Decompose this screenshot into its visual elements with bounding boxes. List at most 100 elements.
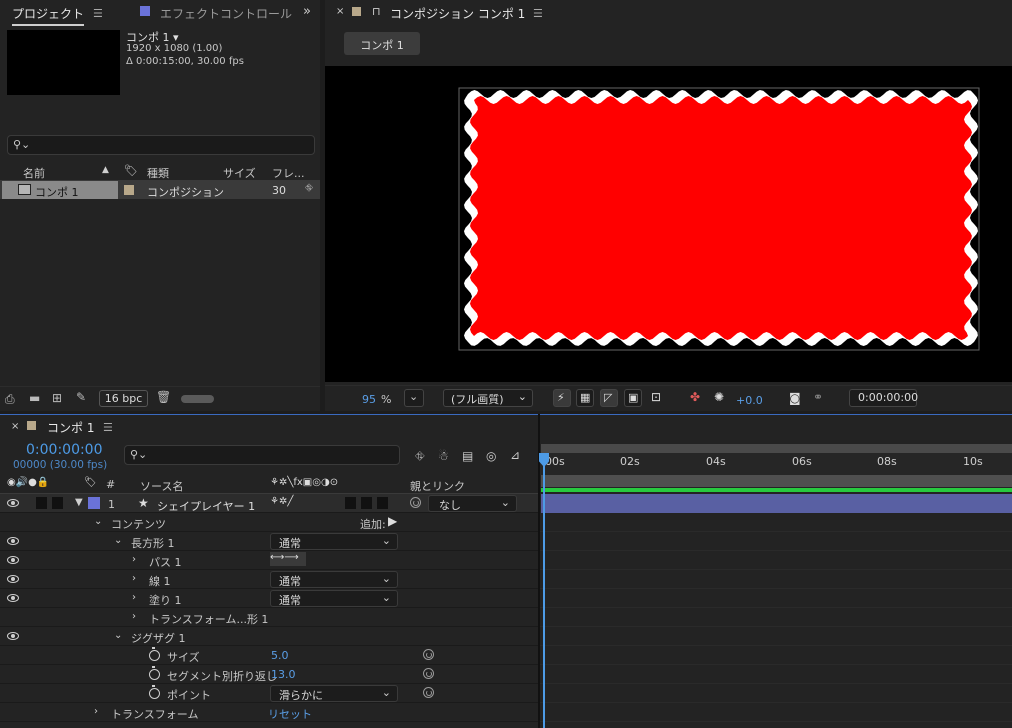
zigzag-rectangle[interactable] [456, 80, 986, 358]
chevron-down-icon[interactable]: ⌄ [114, 535, 122, 546]
project-search-input[interactable]: ⚲⌄ [7, 135, 315, 155]
quality-dropdown[interactable]: (フル画質) ⌄ [443, 389, 533, 407]
chevron-down-icon[interactable]: ⌄ [94, 516, 102, 527]
size-value[interactable]: 5.0 [271, 649, 289, 662]
frame-blending-icon[interactable]: ▤ [462, 449, 473, 463]
label-tag-icon[interactable]: 🏷 [124, 164, 138, 177]
size-row[interactable] [0, 646, 540, 665]
stopwatch-icon[interactable] [149, 647, 160, 661]
col-parent-link[interactable]: 親とリンク [410, 478, 465, 494]
fill-blend-dropdown[interactable]: 通常 ⌄ [270, 590, 398, 607]
expression-pickwhip-icon[interactable] [423, 649, 434, 660]
lock-icon[interactable]: ⊓ [372, 5, 381, 18]
transform-shape-row[interactable] [0, 608, 540, 627]
visibility-eye-icon[interactable] [7, 556, 19, 564]
thumbnail-slider[interactable] [181, 395, 214, 403]
layer-duration-bar[interactable] [541, 494, 1012, 513]
visibility-eye-icon[interactable] [7, 537, 19, 545]
chevron-right-icon[interactable]: › [132, 573, 136, 584]
new-folder-icon[interactable]: ▬ [29, 391, 40, 405]
col-frame-header[interactable]: フレ... [272, 165, 305, 181]
stopwatch-icon[interactable] [149, 666, 160, 680]
exposure-value[interactable]: +0.0 [736, 394, 763, 407]
trash-icon[interactable]: 🗑 [156, 390, 171, 404]
effect-control-tab[interactable]: エフェクトコントロール [160, 5, 295, 22]
stroke-blend-dropdown[interactable]: 通常 ⌄ [270, 571, 398, 588]
visibility-eye-icon[interactable] [7, 632, 19, 640]
zigzag-row[interactable] [0, 627, 540, 646]
bpc-button[interactable]: 16 bpc [99, 390, 148, 407]
project-tab[interactable]: プロジェクト [12, 5, 85, 26]
col-source-name[interactable]: ソース名 [140, 478, 183, 494]
visibility-eye-icon[interactable] [7, 594, 19, 602]
lock-box[interactable] [52, 497, 63, 509]
flowchart-icon[interactable]: ⛗ [305, 183, 313, 194]
work-area-bar[interactable] [541, 444, 1012, 453]
zoom-value[interactable]: 95 [362, 393, 376, 406]
exposure-reset-icon[interactable]: ✺ [714, 390, 724, 404]
motion-blur-icon[interactable]: ◎ [486, 449, 496, 463]
comp-breadcrumb[interactable]: コンポ 1 [344, 32, 420, 55]
panel-menu-icon[interactable]: ☰ [103, 421, 113, 434]
track-row [540, 551, 1012, 570]
color-channel-icon[interactable]: ✤ [690, 390, 700, 404]
path-direction-icons[interactable]: ⟷⟶ [270, 552, 306, 566]
visibility-eye-icon[interactable] [7, 499, 19, 507]
interpret-footage-icon[interactable]: ⎙ [5, 392, 15, 407]
timeline-tab-swatch [27, 421, 36, 430]
switch-box-3[interactable] [377, 497, 388, 509]
chevron-down-icon[interactable]: ▼ [75, 497, 83, 508]
guides-icon[interactable]: ⊡ [651, 390, 661, 404]
layer-label-swatch[interactable] [88, 497, 100, 509]
ridges-value[interactable]: 13.0 [271, 668, 296, 681]
chevron-right-icon[interactable]: › [94, 706, 98, 717]
timeline-search-input[interactable]: ⚲⌄ [124, 445, 400, 465]
col-name-header[interactable]: 名前 [23, 165, 45, 181]
graph-editor-icon[interactable]: ⊿ [510, 448, 520, 462]
close-tab-icon[interactable]: × [336, 6, 344, 17]
solo-box[interactable] [36, 497, 47, 509]
pickwhip-icon[interactable] [410, 497, 421, 508]
comp-timecode[interactable]: 0:00:00:00 [849, 389, 918, 407]
close-tab-icon[interactable]: × [11, 421, 19, 432]
parent-dropdown[interactable]: なし ⌄ [428, 495, 517, 512]
panel-menu-icon[interactable]: ☰ [93, 7, 103, 20]
chevron-right-icon[interactable]: › [132, 554, 136, 565]
current-time[interactable]: 0:00:00:00 [26, 442, 103, 458]
new-comp-icon[interactable]: ⊞ [52, 391, 62, 405]
switch-box-2[interactable] [361, 497, 372, 509]
comp-duration-bar [541, 475, 1012, 487]
layer-switches[interactable]: ⚘✲╱ [270, 496, 293, 507]
switch-box-1[interactable] [345, 497, 356, 509]
add-play-icon[interactable]: ▶ [388, 514, 397, 528]
visibility-eye-icon[interactable] [7, 575, 19, 583]
rect-blend-dropdown[interactable]: 通常 ⌄ [270, 533, 398, 550]
more-panels-icon[interactable]: » [303, 4, 311, 19]
contents-row[interactable] [0, 513, 540, 532]
playhead-line[interactable] [543, 453, 545, 728]
comp-mini-flowchart-icon[interactable]: ⛗ [415, 449, 425, 464]
layer-name[interactable]: シェイプレイヤー 1 [157, 498, 255, 514]
snapshot-camera-icon[interactable]: ◙ [789, 391, 801, 405]
chevron-down-icon[interactable]: ⌄ [114, 630, 122, 641]
show-snapshot-icon[interactable]: ⚭ [813, 390, 823, 404]
col-type-header[interactable]: 種類 [147, 165, 169, 181]
chevron-right-icon[interactable]: › [132, 592, 136, 603]
stopwatch-icon[interactable] [149, 685, 160, 699]
expression-pickwhip-icon[interactable] [423, 668, 434, 679]
panel-menu-icon[interactable]: ☰ [533, 7, 543, 20]
label-color-swatch[interactable] [124, 185, 134, 195]
points-dropdown[interactable]: 滑らかに ⌄ [270, 685, 398, 702]
expression-pickwhip-icon[interactable] [423, 687, 434, 698]
composition-tab[interactable]: コンポジション コンポ 1 [390, 5, 525, 22]
reset-link[interactable]: リセット [268, 706, 312, 722]
col-size-header[interactable]: サイズ [223, 165, 256, 181]
sort-up-icon[interactable]: ▲ [102, 165, 109, 175]
shy-layers-icon[interactable]: ☃ [438, 449, 449, 463]
time-ruler[interactable] [540, 453, 1012, 475]
adjust-icon[interactable]: ✎ [76, 390, 86, 404]
timeline-tab[interactable]: コンポ 1 [47, 419, 94, 436]
zoom-dropdown[interactable]: ⌄ [404, 389, 424, 407]
layer-switches-header: ⚘✲╲fx▣◎◑⊙ [270, 477, 339, 488]
chevron-right-icon[interactable]: › [132, 611, 136, 622]
